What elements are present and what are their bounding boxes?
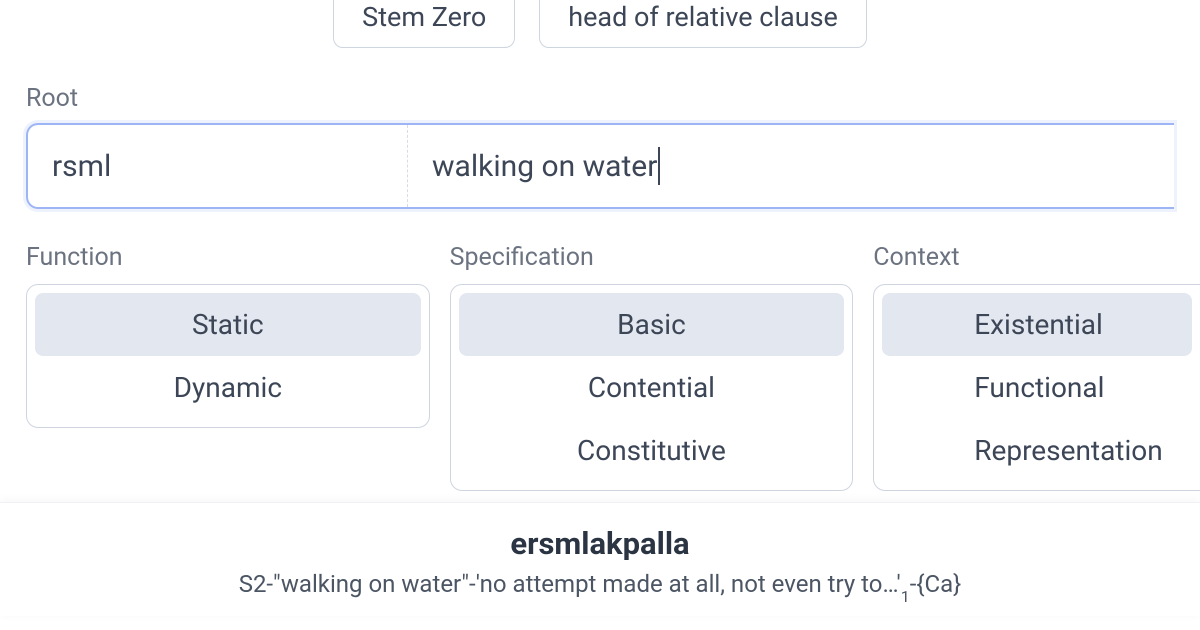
context-label: Context [873,243,1200,272]
root-code-input[interactable]: rsml [28,125,408,207]
option-function-static[interactable]: Static [35,293,421,356]
text-caret [658,147,660,185]
context-options: Existential Functional Representation [873,284,1200,491]
result-gloss-prefix: S2-"walking on water"-'no attempt made a… [239,570,901,598]
chip-head-relative-clause[interactable]: head of relative clause [539,0,867,48]
option-context-representation[interactable]: Representation [882,419,1192,482]
option-spec-constitutive[interactable]: Constitutive [459,419,845,482]
specification-options: Basic Contential Constitutive [450,284,854,491]
option-context-functional[interactable]: Functional [882,356,1192,419]
result-gloss-subscript: 1 [901,587,910,606]
specification-label: Specification [450,243,854,272]
function-options: Static Dynamic [26,284,430,428]
option-spec-contential[interactable]: Contential [459,356,845,419]
result-gloss-suffix: -{Ca} [910,570,962,598]
chip-stem-zero[interactable]: Stem Zero [333,0,515,48]
root-gloss-input[interactable]: walking on water [408,125,1174,207]
result-gloss: S2-"walking on water"-'no attempt made a… [0,570,1200,602]
root-gloss-text: walking on water [432,149,657,184]
function-label: Function [26,243,430,272]
option-spec-basic[interactable]: Basic [459,293,845,356]
option-function-dynamic[interactable]: Dynamic [35,356,421,419]
result-bar: ersmlakpalla S2-"walking on water"-'no a… [0,502,1200,616]
root-input-row: rsml walking on water [26,123,1174,209]
option-context-existential[interactable]: Existential [882,293,1192,356]
root-label: Root [26,84,1174,113]
result-word: ersmlakpalla [0,525,1200,562]
